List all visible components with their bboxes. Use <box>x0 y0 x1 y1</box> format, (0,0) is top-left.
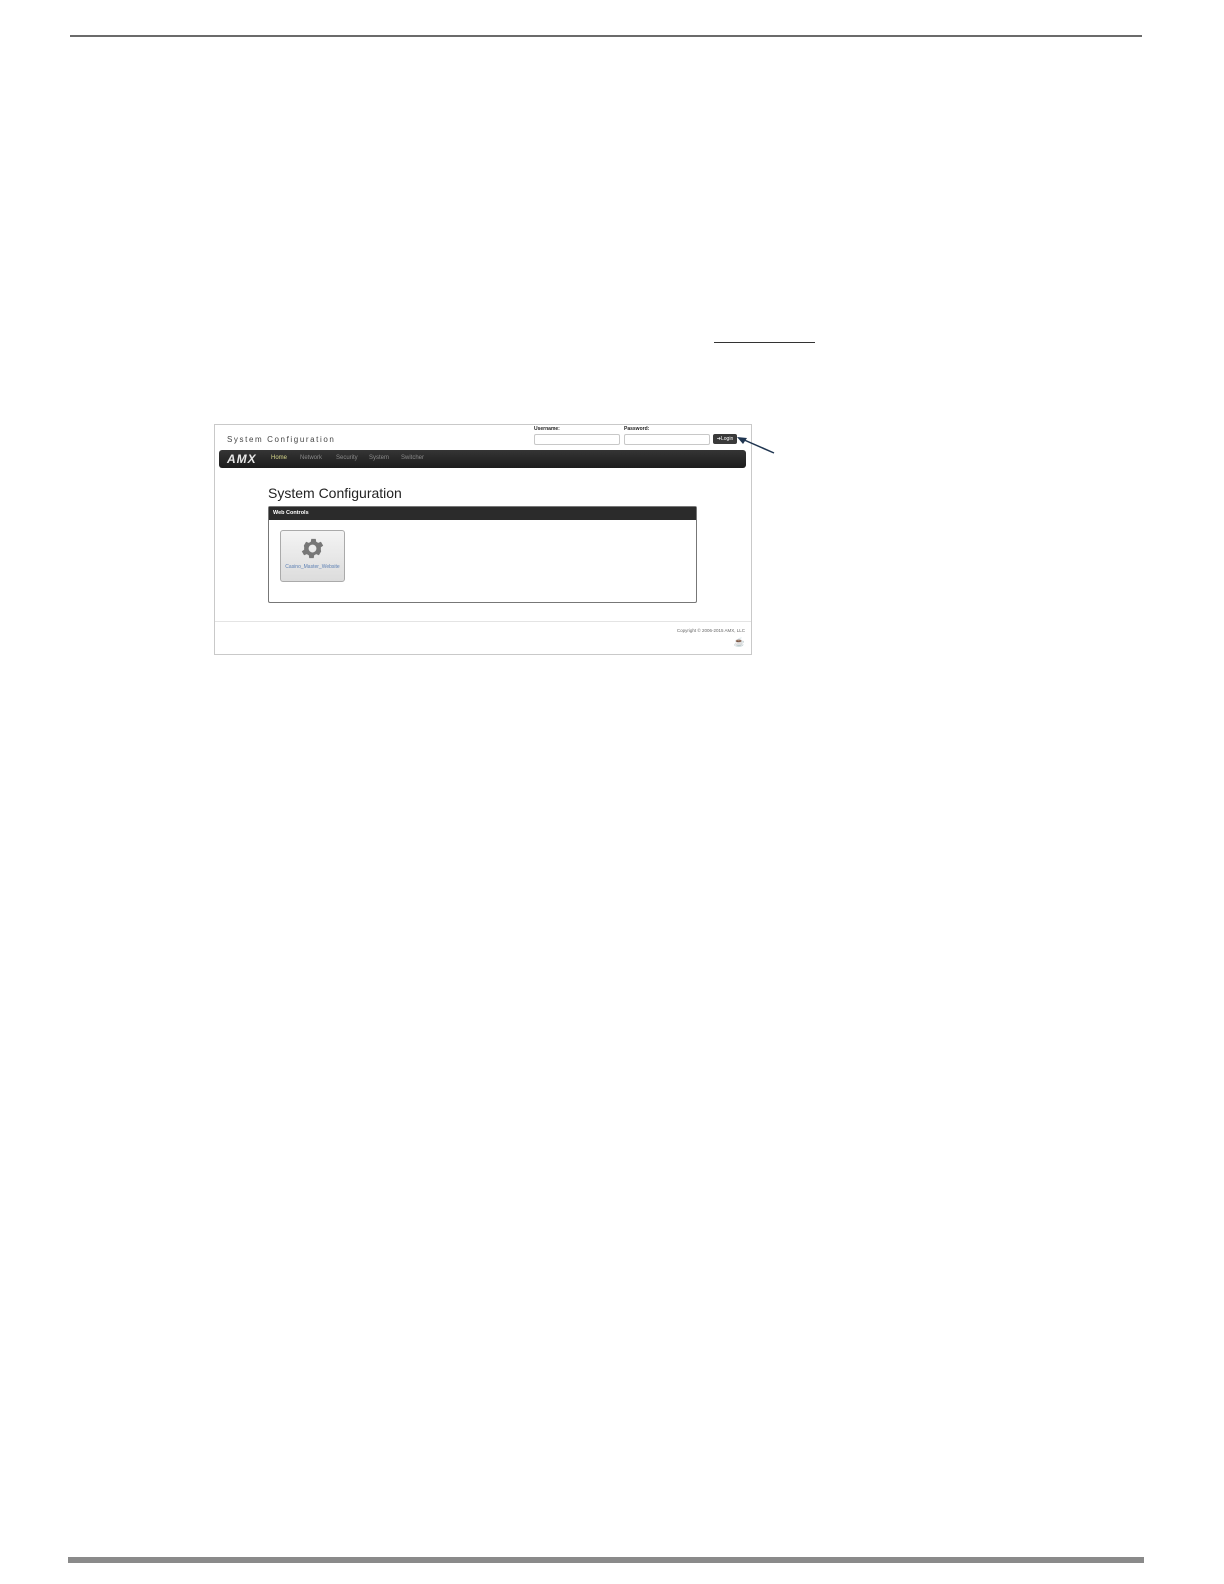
casino-master-website-tile[interactable]: Casino_Master_Website <box>280 530 345 582</box>
nav-network[interactable]: Network <box>300 455 322 461</box>
copyright-text: Copyright © 2006-2015 AMX, LLC <box>676 628 745 633</box>
callout-arrow-icon <box>737 437 775 454</box>
nav-home[interactable]: Home <box>271 455 287 461</box>
tile-label: Casino_Master_Website <box>285 564 340 570</box>
link-underline <box>714 342 815 343</box>
login-label: Login <box>720 436 734 442</box>
web-controls-panel: Web Controls Casino_Master_Website <box>268 506 697 603</box>
navbar: AMX Home Network Security System Switche… <box>219 450 746 468</box>
password-field[interactable] <box>624 434 710 445</box>
nav-switcher[interactable]: Switcher <box>401 455 424 461</box>
screenshot-figure: System Configuration Username: Password:… <box>214 424 752 655</box>
header-title: System Configuration <box>227 435 336 444</box>
java-icon: ☕ <box>733 637 745 647</box>
footer-divider <box>215 621 751 622</box>
nav-system[interactable]: System <box>369 455 389 461</box>
amx-logo: AMX <box>227 452 257 466</box>
password-label: Password: <box>624 426 650 432</box>
panel-title: Web Controls <box>269 507 696 520</box>
username-label: Username: <box>534 426 560 432</box>
bottom-rule <box>68 1557 1144 1563</box>
page-heading: System Configuration <box>268 485 402 501</box>
top-rule <box>70 35 1142 37</box>
gear-icon <box>301 538 324 559</box>
nav-security[interactable]: Security <box>336 455 358 461</box>
username-field[interactable] <box>534 434 620 445</box>
